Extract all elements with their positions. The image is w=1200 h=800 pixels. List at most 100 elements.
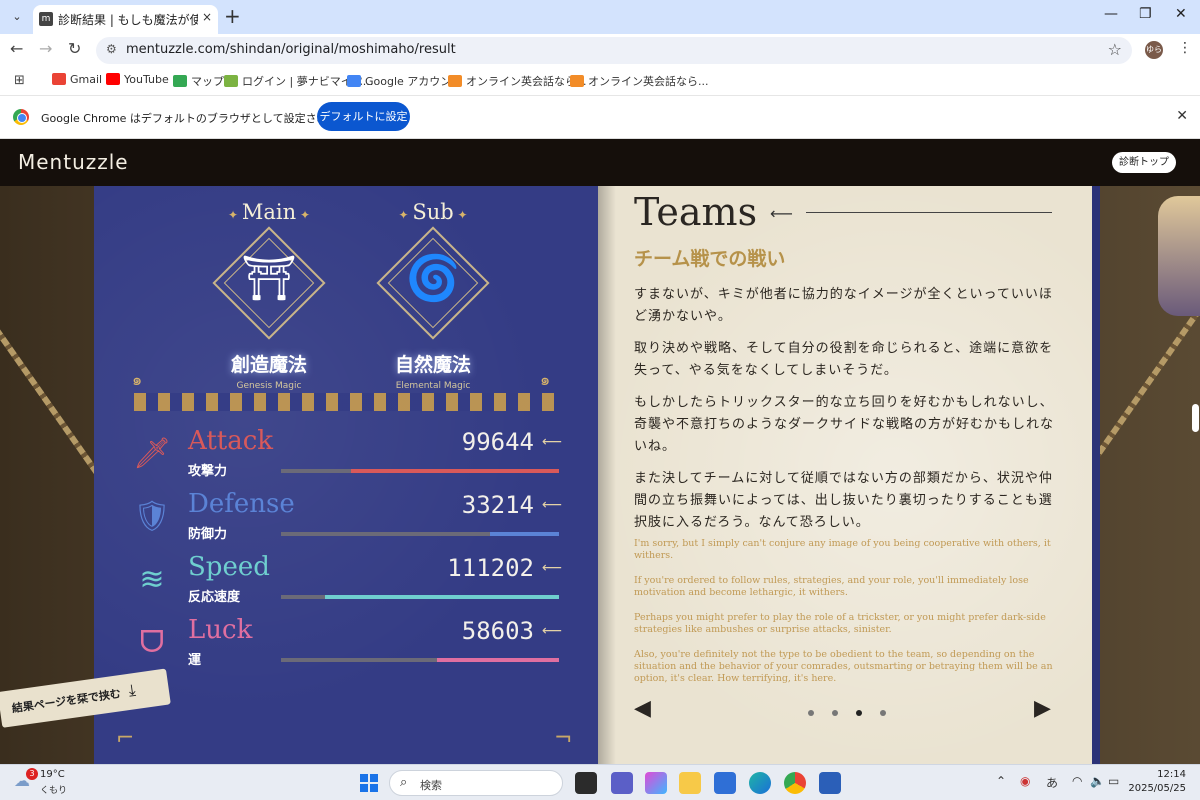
stat-value: 111202 <box>447 554 534 582</box>
stat-bar <box>281 532 559 536</box>
jp-paragraph: もしかしたらトリックスター的な立ち回りを好むかもしれないし、奇襲や不意打ちのよう… <box>634 395 1055 454</box>
en-paragraph: If you're ordered to follow rules, strat… <box>634 575 1029 598</box>
prev-page-arrow-icon[interactable]: ◀ <box>634 696 651 721</box>
weather-badge: 3 <box>26 768 38 780</box>
security-icon[interactable]: ◉ <box>1020 774 1030 788</box>
ime-indicator[interactable]: あ <box>1046 774 1058 791</box>
page-dot[interactable] <box>856 710 862 716</box>
bookmark-favicon-icon <box>224 75 238 87</box>
set-default-button[interactable]: デフォルトに設定 <box>317 102 410 131</box>
kebab-menu-icon[interactable]: ⋮ <box>1178 40 1192 56</box>
word-icon[interactable] <box>819 772 841 794</box>
taskbar-search[interactable]: ⌕ 検索 <box>389 770 563 796</box>
teams-app-icon[interactable] <box>611 772 633 794</box>
reload-icon[interactable]: ↻ <box>68 39 81 58</box>
title-divider <box>806 212 1052 213</box>
arrow-deco-icon: ⟵ <box>542 497 563 513</box>
url-text[interactable]: mentuzzle.com/shindan/original/moshimaho… <box>126 42 456 57</box>
swirl-ornament-icon: ๑ <box>132 370 143 389</box>
mentuzzle-logo[interactable]: Mentuzzle <box>18 150 129 174</box>
genesis-magic-icon: ⛩ <box>241 253 297 304</box>
bookmark-favicon-icon <box>448 75 462 87</box>
download-icon: ⤓ <box>127 680 137 700</box>
en-paragraph: I'm sorry, but I simply can't conjure an… <box>634 538 1051 561</box>
chevron-down-icon: ⌄ <box>12 10 22 23</box>
bookmark-item[interactable]: YouTube <box>106 73 169 86</box>
arrow-deco-icon: ✦ <box>453 208 468 222</box>
next-page-arrow-icon[interactable]: ▶ <box>1034 696 1051 721</box>
address-bar[interactable]: ⚙ mentuzzle.com/shindan/original/moshima… <box>96 37 1132 64</box>
clock-time[interactable]: 12:14 <box>1150 769 1186 780</box>
tab-search-button[interactable]: ⌄ <box>6 6 28 28</box>
arrow-deco-icon: ✦ <box>227 208 242 222</box>
chevron-up-icon[interactable]: ⌃ <box>996 774 1006 788</box>
sub-magic-heading: Sub <box>412 200 454 224</box>
jp-paragraph: また決してチームに対して従順ではない方の部類だから、状況や仲間の立ち振舞いによっ… <box>634 471 1053 530</box>
tab-strip: ⌄ m 診断結果 | もしも魔法が使えたら？ × + — ❐ ✕ <box>0 0 1200 34</box>
corner-ornament-icon: ⌐ <box>116 726 135 751</box>
page-dot[interactable] <box>832 710 838 716</box>
main-magic-name: 創造魔法 <box>230 354 307 376</box>
amulet-icon: ᗜ <box>139 625 165 660</box>
chrome-logo-icon <box>13 109 29 125</box>
active-tab[interactable]: m 診断結果 | もしも魔法が使えたら？ × <box>33 5 218 34</box>
windows-start-icon[interactable] <box>360 774 378 792</box>
save-bookmark-label: 結果ページを栞で挟む <box>11 687 122 716</box>
edge-icon[interactable] <box>749 772 771 794</box>
stat-value: 33214 <box>461 491 534 519</box>
bookmark-item[interactable]: オンライン英会話なら... <box>570 73 709 89</box>
copilot-icon[interactable] <box>645 772 667 794</box>
forward-arrow-icon[interactable]: → <box>39 39 52 58</box>
windows-taskbar: ☁ 3 19°C くもり ⌕ 検索 ⌃ ◉ あ ◠ 🔈 ▭ 12:14 2025… <box>0 764 1200 800</box>
close-infobar-icon[interactable]: ✕ <box>1176 108 1188 124</box>
stat-english-name: Attack <box>188 426 274 456</box>
minimize-icon[interactable]: — <box>1104 6 1118 22</box>
stats-page: ✦ Main ✦ ⛩ 創造魔法 Genesis Magic ✦ Sub ✦ 🌀 … <box>94 186 598 764</box>
page-dot[interactable] <box>880 710 886 716</box>
speaker-icon[interactable]: 🔈 <box>1090 774 1105 788</box>
stat-bar-fill <box>436 658 559 662</box>
arrow-deco-icon: ⟵ <box>542 434 563 450</box>
page-dot[interactable] <box>808 710 814 716</box>
stat-value: 58603 <box>461 617 534 645</box>
task-view-icon[interactable] <box>575 772 597 794</box>
bookmark-item[interactable]: オンライン英会話なら... <box>448 73 587 89</box>
wifi-icon[interactable]: ◠ <box>1072 774 1082 788</box>
weather-condition[interactable]: くもり <box>40 783 67 796</box>
file-explorer-icon[interactable] <box>679 772 701 794</box>
arrow-deco-icon: ✦ <box>398 208 413 222</box>
stat-bar <box>281 469 559 473</box>
teams-page: Teams ⟵ チーム戦での戦い すまないが、キミが他者に協力的なイメージが全く… <box>598 186 1092 764</box>
profile-avatar[interactable]: ゆら <box>1145 41 1163 59</box>
new-tab-button[interactable]: + <box>224 4 241 28</box>
apps-grid-icon[interactable]: ⊞ <box>14 73 25 88</box>
bookmark-item[interactable]: Gmail <box>52 73 102 86</box>
close-tab-icon[interactable]: × <box>202 10 212 24</box>
restore-icon[interactable]: ❐ <box>1139 6 1152 22</box>
bookmark-item[interactable]: Google アカウント <box>347 73 462 89</box>
bookmark-star-icon[interactable]: ☆ <box>1108 40 1122 59</box>
stat-row-speed: ≋ Speed 反応速度 111202 ⟵ <box>94 552 598 612</box>
chrome-icon[interactable] <box>784 772 806 794</box>
clock-date[interactable]: 2025/05/25 <box>1124 783 1186 794</box>
corner-ornament-icon: ¬ <box>554 726 573 751</box>
back-arrow-icon[interactable]: ← <box>10 39 23 58</box>
site-info-icon[interactable]: ⚙ <box>106 42 117 56</box>
scroll-handle[interactable] <box>1192 404 1199 432</box>
temperature[interactable]: 19°C <box>40 769 65 780</box>
site-header: Mentuzzle 診断トップ <box>0 139 1200 186</box>
page-indicator <box>808 710 888 718</box>
site-favicon-icon: m <box>39 12 53 26</box>
arrow-deco-icon: ⟵ <box>542 560 563 576</box>
jp-paragraph: 取り決めや戦略、そして自分の役割を命じられると、途端に意欲を失って、やる気をなく… <box>634 341 1054 378</box>
battery-icon[interactable]: ▭ <box>1108 774 1119 788</box>
main-magic-emblem: ⛩ <box>212 226 326 340</box>
main-magic: ✦ Main ✦ ⛩ 創造魔法 Genesis Magic <box>194 200 344 391</box>
shield-icon: 🛡 <box>132 499 172 534</box>
bookmark-item[interactable]: マップ <box>173 73 224 89</box>
sub-magic-emblem: 🌀 <box>376 226 490 340</box>
store-icon[interactable] <box>714 772 736 794</box>
diagnosis-top-button[interactable]: 診断トップ <box>1112 152 1176 173</box>
close-window-icon[interactable]: ✕ <box>1175 6 1187 22</box>
bookmark-favicon-icon <box>173 75 187 87</box>
